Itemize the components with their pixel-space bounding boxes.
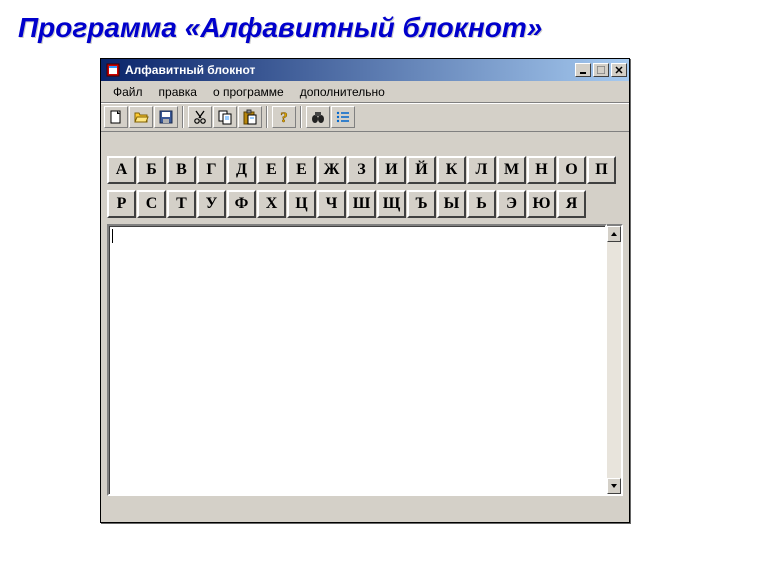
menu-extra[interactable]: дополнительно	[292, 83, 393, 101]
alpha-letter-button[interactable]: О	[557, 156, 586, 184]
save-button[interactable]	[154, 106, 178, 128]
alpha-letter-button[interactable]: С	[137, 190, 166, 218]
binoculars-icon	[310, 109, 326, 125]
alpha-letter-button[interactable]: Е	[257, 156, 286, 184]
cut-button[interactable]	[188, 106, 212, 128]
alpha-letter-button[interactable]: К	[437, 156, 466, 184]
svg-text:?: ?	[280, 110, 288, 125]
scrollbar-track[interactable]	[607, 242, 621, 478]
paste-icon	[242, 109, 258, 125]
help-icon: ?	[276, 109, 292, 125]
menu-file[interactable]: Файл	[105, 83, 151, 101]
alpha-letter-button[interactable]: Р	[107, 190, 136, 218]
alpha-letter-button[interactable]: Щ	[377, 190, 406, 218]
save-disk-icon	[158, 109, 174, 125]
page-title: Программа «Алфавитный блокнот»	[18, 12, 768, 44]
alpha-letter-button[interactable]: Л	[467, 156, 496, 184]
alpha-letter-button[interactable]: Д	[227, 156, 256, 184]
alpha-letter-button[interactable]: Т	[167, 190, 196, 218]
alpha-letter-button[interactable]: Ч	[317, 190, 346, 218]
new-file-icon	[108, 109, 124, 125]
scroll-up-button[interactable]	[607, 226, 621, 242]
chevron-up-icon	[610, 231, 618, 237]
alpha-letter-button[interactable]: Ь	[467, 190, 496, 218]
app-icon	[105, 62, 121, 78]
close-button[interactable]	[611, 63, 627, 77]
alphabet-row-1: АБВГДЕЕЖЗИЙКЛМНОП	[107, 156, 623, 184]
maximize-button[interactable]	[593, 63, 609, 77]
scissors-icon	[192, 109, 208, 125]
app-window: Алфавитный блокнот Файл правка о програм…	[100, 58, 630, 523]
alpha-letter-button[interactable]: Е	[287, 156, 316, 184]
alpha-letter-button[interactable]: В	[167, 156, 196, 184]
list-icon	[335, 109, 351, 125]
alpha-letter-button[interactable]: П	[587, 156, 616, 184]
alpha-letter-button[interactable]: Э	[497, 190, 526, 218]
copy-button[interactable]	[213, 106, 237, 128]
scroll-down-button[interactable]	[607, 478, 621, 494]
toolbar: ?	[101, 103, 629, 132]
alpha-letter-button[interactable]: М	[497, 156, 526, 184]
alpha-letter-button[interactable]: Й	[407, 156, 436, 184]
alpha-letter-button[interactable]: Г	[197, 156, 226, 184]
toolbar-separator	[182, 106, 184, 128]
new-button[interactable]	[104, 106, 128, 128]
copy-icon	[217, 109, 233, 125]
window-controls	[573, 63, 627, 77]
open-button[interactable]	[129, 106, 153, 128]
window-title: Алфавитный блокнот	[125, 63, 573, 77]
toolbar-separator	[300, 106, 302, 128]
alpha-letter-button[interactable]: Ы	[437, 190, 466, 218]
menu-about[interactable]: о программе	[205, 83, 292, 101]
alphabet-row-2: РСТУФХЦЧШЩЪЫЬЭЮЯ	[107, 190, 623, 218]
alpha-letter-button[interactable]: Ш	[347, 190, 376, 218]
help-button[interactable]: ?	[272, 106, 296, 128]
alpha-letter-button[interactable]: Ж	[317, 156, 346, 184]
alpha-letter-button[interactable]: Ц	[287, 190, 316, 218]
alphabet-panel: АБВГДЕЕЖЗИЙКЛМНОП РСТУФХЦЧШЩЪЫЬЭЮЯ	[107, 156, 623, 218]
menu-edit[interactable]: правка	[151, 83, 205, 101]
menubar: Файл правка о программе дополнительно	[101, 81, 629, 103]
chevron-down-icon	[610, 483, 618, 489]
text-editor[interactable]	[107, 224, 607, 496]
paste-button[interactable]	[238, 106, 262, 128]
editor-area	[107, 224, 623, 496]
alpha-letter-button[interactable]: Х	[257, 190, 286, 218]
alpha-letter-button[interactable]: Я	[557, 190, 586, 218]
find-button[interactable]	[306, 106, 330, 128]
vertical-scrollbar[interactable]	[607, 224, 623, 496]
minimize-button[interactable]	[575, 63, 591, 77]
alpha-letter-button[interactable]: А	[107, 156, 136, 184]
alpha-letter-button[interactable]: Ф	[227, 190, 256, 218]
open-folder-icon	[133, 109, 149, 125]
alpha-letter-button[interactable]: З	[347, 156, 376, 184]
alpha-letter-button[interactable]: Н	[527, 156, 556, 184]
alpha-letter-button[interactable]: У	[197, 190, 226, 218]
sort-button[interactable]	[331, 106, 355, 128]
alpha-letter-button[interactable]: Ю	[527, 190, 556, 218]
titlebar[interactable]: Алфавитный блокнот	[101, 59, 629, 81]
alpha-letter-button[interactable]: И	[377, 156, 406, 184]
toolbar-separator	[266, 106, 268, 128]
alpha-letter-button[interactable]: Б	[137, 156, 166, 184]
text-caret	[112, 229, 113, 243]
alpha-letter-button[interactable]: Ъ	[407, 190, 436, 218]
